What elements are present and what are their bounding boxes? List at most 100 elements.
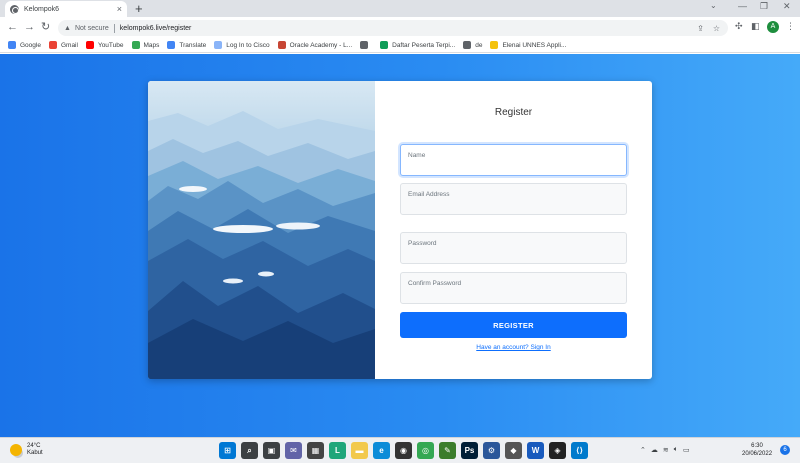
confirm-password-label: Confirm Password <box>408 280 462 287</box>
youtube-icon <box>85 41 94 49</box>
confirm-password-field[interactable]: Confirm Password <box>400 272 627 304</box>
bookmark-label: Google <box>20 41 41 49</box>
side-panel-icon[interactable]: ◧ <box>751 21 760 32</box>
minimize-icon[interactable]: — <box>738 1 747 11</box>
photoshop-icon[interactable]: Ps <box>461 442 478 459</box>
email-input[interactable] <box>408 200 618 212</box>
password-label: Password <box>408 240 437 247</box>
wifi-icon[interactable]: ≋ <box>663 446 669 454</box>
password-input[interactable] <box>408 249 618 261</box>
bookmark-label: Translate <box>179 41 207 49</box>
url-text[interactable]: kelompok6.live/register <box>120 25 192 32</box>
email-field[interactable]: Email Address <box>400 183 627 215</box>
name-label: Name <box>408 152 426 159</box>
cisco-icon <box>214 41 223 49</box>
settings-icon[interactable]: ⚙ <box>483 442 500 459</box>
oracle-icon <box>277 41 286 49</box>
bookmark-item[interactable]: Daftar Peserta Terpi... <box>380 41 455 49</box>
window-close-icon[interactable]: ✕ <box>783 1 791 12</box>
bookmark-item[interactable]: Google <box>8 41 41 49</box>
profile-avatar[interactable]: A <box>767 21 779 33</box>
widgets-icon[interactable]: ▦ <box>307 442 324 459</box>
share-icon[interactable]: ⇪ <box>697 24 704 33</box>
forward-icon[interactable]: → <box>24 20 35 34</box>
tab-strip: Kelompok6 × + ⌄ — ❐ ✕ <box>0 0 800 17</box>
show-hidden-icons[interactable]: ⌃ <box>640 446 646 454</box>
bookmark-label: Elenai UNNES Appli... <box>502 41 567 49</box>
back-icon[interactable]: ← <box>7 20 18 34</box>
bookmark-label: Maps <box>143 41 160 49</box>
weather-description: Kabut <box>27 450 43 456</box>
globe-icon <box>360 41 369 49</box>
bookmark-item[interactable]: Translate <box>167 41 206 49</box>
tab-search-icon[interactable]: ⌄ <box>710 1 717 10</box>
bookmark-item[interactable]: de <box>463 41 482 49</box>
file-explorer-icon[interactable]: ▬ <box>351 442 368 459</box>
translate-icon <box>167 41 176 49</box>
windows-start-icon[interactable]: ⊞ <box>219 442 236 459</box>
sign-in-link[interactable]: Have an account? Sign In <box>375 344 652 351</box>
sheets-icon <box>380 41 389 49</box>
tab-close-icon[interactable]: × <box>117 4 122 14</box>
clock[interactable]: 6:30 20/06/2022 <box>742 442 772 458</box>
globe-favicon-icon <box>10 4 19 14</box>
taskbar-apps: ⊞ ⌕ ▣ ✉ ▦ L ▬ e ◉ ◎ ✎ Ps ⚙ ◆ W ◈ ⟨⟩ <box>219 442 588 459</box>
gmail-icon <box>48 41 57 49</box>
register-button[interactable]: REGISTER <box>400 312 627 338</box>
security-label: Not secure <box>74 24 109 32</box>
extensions-icon[interactable]: ✣ <box>735 21 743 32</box>
address-bar[interactable]: ▲ Not secure kelompok6.live/register ⇪ ☆ <box>58 20 728 36</box>
notification-badge[interactable]: 6 <box>780 445 790 455</box>
bookmark-label: Oracle Academy - L... <box>289 41 353 49</box>
weather-fog-icon <box>10 444 22 456</box>
bookmark-item[interactable]: Oracle Academy - L... <box>277 41 353 49</box>
weather-widget[interactable]: 24°C Kabut <box>10 443 43 457</box>
maps-icon <box>131 41 140 49</box>
menu-kebab-icon[interactable]: ⋮ <box>786 21 795 32</box>
bookmark-item[interactable]: Gmail <box>48 41 78 49</box>
bookmark-item[interactable]: Maps <box>131 41 160 49</box>
maximize-icon[interactable]: ❐ <box>760 1 768 12</box>
bookmark-item[interactable]: Elenai UNNES Appli... <box>490 41 566 49</box>
taskbar: 24°C Kabut ⊞ ⌕ ▣ ✉ ▦ L ▬ e ◉ ◎ ✎ Ps ⚙ ◆ W ◈ ⟨⟩ ⌃ ☁ ≋ 🔈︎ … <box>0 437 800 463</box>
bookmark-label: Gmail <box>60 41 78 49</box>
chat-icon[interactable]: ✉ <box>285 442 302 459</box>
clock-date: 20/06/2022 <box>742 451 773 457</box>
password-field[interactable]: Password <box>400 232 627 264</box>
confirm-password-input[interactable] <box>408 289 618 301</box>
bookmark-label: de <box>475 41 483 49</box>
unity-icon[interactable]: ◈ <box>549 442 566 459</box>
bookmark-item[interactable]: YouTube <box>85 41 124 49</box>
globe-icon <box>463 41 472 49</box>
bookmark-star-icon[interactable]: ☆ <box>713 24 720 33</box>
bookmark-label: Log In to Cisco <box>226 41 270 49</box>
search-icon[interactable]: ⌕ <box>241 442 258 459</box>
email-label: Email Address <box>408 191 450 198</box>
bookmark-item[interactable] <box>360 41 372 49</box>
bookmark-item[interactable]: Log In to Cisco <box>214 41 270 49</box>
name-field[interactable]: Name <box>400 144 627 176</box>
google-icon <box>8 41 16 49</box>
camera-icon[interactable]: ◉ <box>395 442 412 459</box>
word-icon[interactable]: W <box>527 442 544 459</box>
browser-tab[interactable]: Kelompok6 × <box>5 1 127 17</box>
unnes-icon <box>490 41 499 49</box>
chrome-icon[interactable]: ◎ <box>417 442 434 459</box>
page-background: Register Name Email Address Password Con… <box>0 54 800 437</box>
name-input[interactable] <box>408 161 618 173</box>
bookmark-label: YouTube <box>97 41 124 49</box>
vscode-icon[interactable]: ⟨⟩ <box>571 442 588 459</box>
warning-icon: ▲ <box>64 24 71 32</box>
register-card: Register Name Email Address Password Con… <box>148 81 652 379</box>
new-tab-button[interactable]: + <box>135 1 143 16</box>
maps-app-icon[interactable]: ◆ <box>505 442 522 459</box>
battery-icon[interactable]: ▭ <box>683 446 690 454</box>
onedrive-icon[interactable]: ☁ <box>651 446 658 454</box>
reload-icon[interactable]: ↻ <box>41 20 50 34</box>
tab-title: Kelompok6 <box>24 5 60 13</box>
line-icon[interactable]: L <box>329 442 346 459</box>
edge-icon[interactable]: e <box>373 442 390 459</box>
task-view-icon[interactable]: ▣ <box>263 442 280 459</box>
volume-icon[interactable]: 🔈︎ <box>674 446 678 454</box>
pen-tool-icon[interactable]: ✎ <box>439 442 456 459</box>
